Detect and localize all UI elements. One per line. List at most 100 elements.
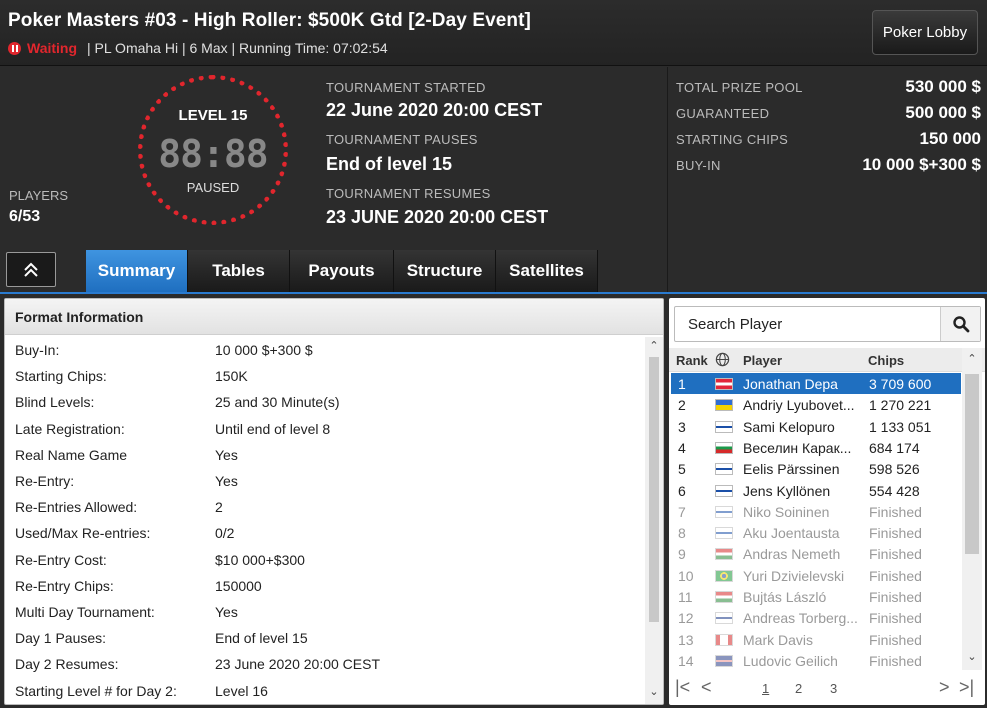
- pauses-value: End of level 15: [326, 154, 453, 174]
- tournament-title: Poker Masters #03 - High Roller: $500K G…: [8, 10, 531, 31]
- player-chips: Finished: [869, 525, 922, 542]
- tab-tables[interactable]: Tables: [188, 250, 290, 292]
- player-row[interactable]: 1 Jonathan Depa 3 709 600: [671, 373, 961, 395]
- search-input[interactable]: [675, 307, 940, 341]
- player-rank: 7: [678, 503, 686, 520]
- player-chips: Finished: [869, 546, 922, 563]
- tab-payouts[interactable]: Payouts: [290, 250, 394, 292]
- format-key: Re-Entry:: [15, 473, 75, 490]
- flag-icon: [715, 484, 733, 497]
- player-name: Ludovic Geilich: [743, 652, 838, 669]
- player-row[interactable]: 5 Eelis Pärssinen 598 526: [671, 458, 961, 479]
- player-chips: 598 526: [869, 461, 920, 478]
- format-key: Multi Day Tournament:: [15, 603, 155, 620]
- format-scrollbar[interactable]: ⌃ ⌄: [645, 337, 663, 704]
- format-key: Used/Max Re-entries:: [15, 525, 151, 542]
- resumes-label: TOURNAMENT RESUMES: [326, 186, 491, 201]
- prize-value: 10 000 $+300 $: [862, 155, 981, 174]
- format-row: Re-Entry Cost: $10 000+$300: [5, 547, 645, 573]
- format-row: Real Name Game Yes: [5, 442, 645, 468]
- scroll-down-icon[interactable]: ⌄: [645, 685, 663, 698]
- flag-icon: [715, 633, 733, 646]
- player-row[interactable]: 13 Mark Davis Finished: [671, 629, 961, 650]
- tournament-subline: Waiting | PL Omaha Hi | 6 Max | Running …: [8, 40, 388, 56]
- player-rank: 4: [678, 439, 686, 456]
- search-icon: [952, 316, 969, 333]
- format-value: 25 and 30 Minute(s): [215, 394, 340, 411]
- collapse-button[interactable]: [6, 252, 56, 287]
- tab-satellites[interactable]: Satellites: [496, 250, 598, 292]
- format-row: Starting Level # for Day 2: Level 16: [5, 677, 645, 703]
- format-row: Day 1 Pauses: End of level 15: [5, 625, 645, 651]
- page-3[interactable]: 3: [830, 681, 837, 696]
- player-name: Sami Kelopuro: [743, 418, 835, 435]
- player-chips: Finished: [869, 610, 922, 627]
- player-row[interactable]: 11 Bujtás László Finished: [671, 586, 961, 607]
- next-page-icon[interactable]: >: [939, 677, 950, 698]
- column-chips[interactable]: Chips: [868, 353, 904, 368]
- players-value: 6/53: [9, 208, 41, 225]
- scroll-up-icon[interactable]: ⌃: [645, 339, 663, 352]
- flag-icon: [715, 527, 733, 540]
- player-row[interactable]: 6 Jens Kyllönen 554 428: [671, 480, 961, 501]
- player-name: Mark Davis: [743, 631, 814, 648]
- format-value: Until end of level 8: [215, 420, 331, 437]
- player-chips: Finished: [869, 589, 922, 605]
- first-page-icon[interactable]: |<: [675, 677, 690, 698]
- page-1[interactable]: 1: [762, 681, 769, 696]
- prize-row: STARTING CHIPS 150 000: [676, 129, 981, 149]
- column-rank[interactable]: Rank: [676, 353, 708, 368]
- format-row: Late Registration: Until end of level 8: [5, 416, 645, 442]
- format-value: Level 16: [215, 682, 268, 699]
- player-scroll-thumb[interactable]: [965, 374, 979, 554]
- player-row[interactable]: 12 Andreas Torberg... Finished: [671, 607, 961, 628]
- player-scrollbar[interactable]: ⌃ ⌄: [962, 348, 982, 670]
- player-rank: 3: [678, 418, 686, 435]
- tab-structure[interactable]: Structure: [394, 250, 496, 292]
- player-name: Andras Nemeth: [743, 546, 841, 563]
- players-label: PLAYERS: [9, 188, 69, 203]
- player-row[interactable]: 7 Niko Soininen Finished: [671, 501, 961, 522]
- player-name: Eelis Pärssinen: [743, 461, 840, 478]
- player-row[interactable]: 8 Aku Joentausta Finished: [671, 522, 961, 543]
- format-value: 23 June 2020 20:00 CEST: [215, 656, 381, 673]
- tab-summary[interactable]: Summary: [86, 250, 188, 292]
- player-row[interactable]: 4 Веселин Карак... 684 174: [671, 437, 961, 458]
- scroll-down-icon[interactable]: ⌄: [962, 650, 982, 663]
- poker-lobby-button[interactable]: Poker Lobby: [872, 10, 978, 55]
- format-scroll-thumb[interactable]: [649, 357, 659, 622]
- player-row[interactable]: 9 Andras Nemeth Finished: [671, 543, 961, 564]
- player-row[interactable]: 14 Ludovic Geilich Finished: [671, 650, 961, 671]
- tab-underline: [0, 292, 987, 294]
- player-row[interactable]: 2 Andriy Lyubovet... 1 270 221: [671, 394, 961, 415]
- page-2[interactable]: 2: [795, 681, 802, 696]
- player-rank: 12: [678, 610, 694, 627]
- format-key: Re-Entries Allowed:: [15, 499, 138, 516]
- level-state: PAUSED: [186, 180, 240, 195]
- player-row[interactable]: 10 Yuri Dzivielevski Finished: [671, 565, 961, 586]
- title-bar: Poker Masters #03 - High Roller: $500K G…: [0, 0, 987, 66]
- scroll-up-icon[interactable]: ⌃: [962, 352, 982, 365]
- player-rank: 1: [678, 376, 686, 392]
- column-player[interactable]: Player: [743, 353, 782, 368]
- pagination: |< < 1 2 3 > >|: [669, 672, 985, 705]
- double-chevron-up-icon: [24, 262, 38, 277]
- pauses-label: TOURNAMENT PAUSES: [326, 132, 478, 147]
- player-name: Andriy Lyubovet...: [743, 397, 855, 414]
- flag-icon: [715, 654, 733, 667]
- tournament-info-panel: LEVEL 15 88:88 PAUSED PLAYERS 6/53 TOURN…: [0, 67, 987, 292]
- player-rank: 14: [678, 652, 694, 669]
- player-chips: Finished: [869, 503, 922, 520]
- prev-page-icon[interactable]: <: [701, 677, 712, 698]
- player-rank: 5: [678, 461, 686, 478]
- player-row[interactable]: 3 Sami Kelopuro 1 133 051: [671, 416, 961, 437]
- last-page-icon[interactable]: >|: [959, 677, 974, 698]
- format-value: 10 000 $+300 $: [215, 342, 313, 359]
- search-button[interactable]: [940, 307, 980, 341]
- player-rank: 2: [678, 397, 686, 414]
- flag-icon: [715, 399, 733, 412]
- prize-row: GUARANTEED 500 000 $: [676, 103, 981, 123]
- tournament-details: | PL Omaha Hi | 6 Max | Running Time: 07…: [87, 40, 388, 56]
- format-row: Re-Entries Allowed: 2: [5, 494, 645, 520]
- prize-label: TOTAL PRIZE POOL: [676, 80, 803, 95]
